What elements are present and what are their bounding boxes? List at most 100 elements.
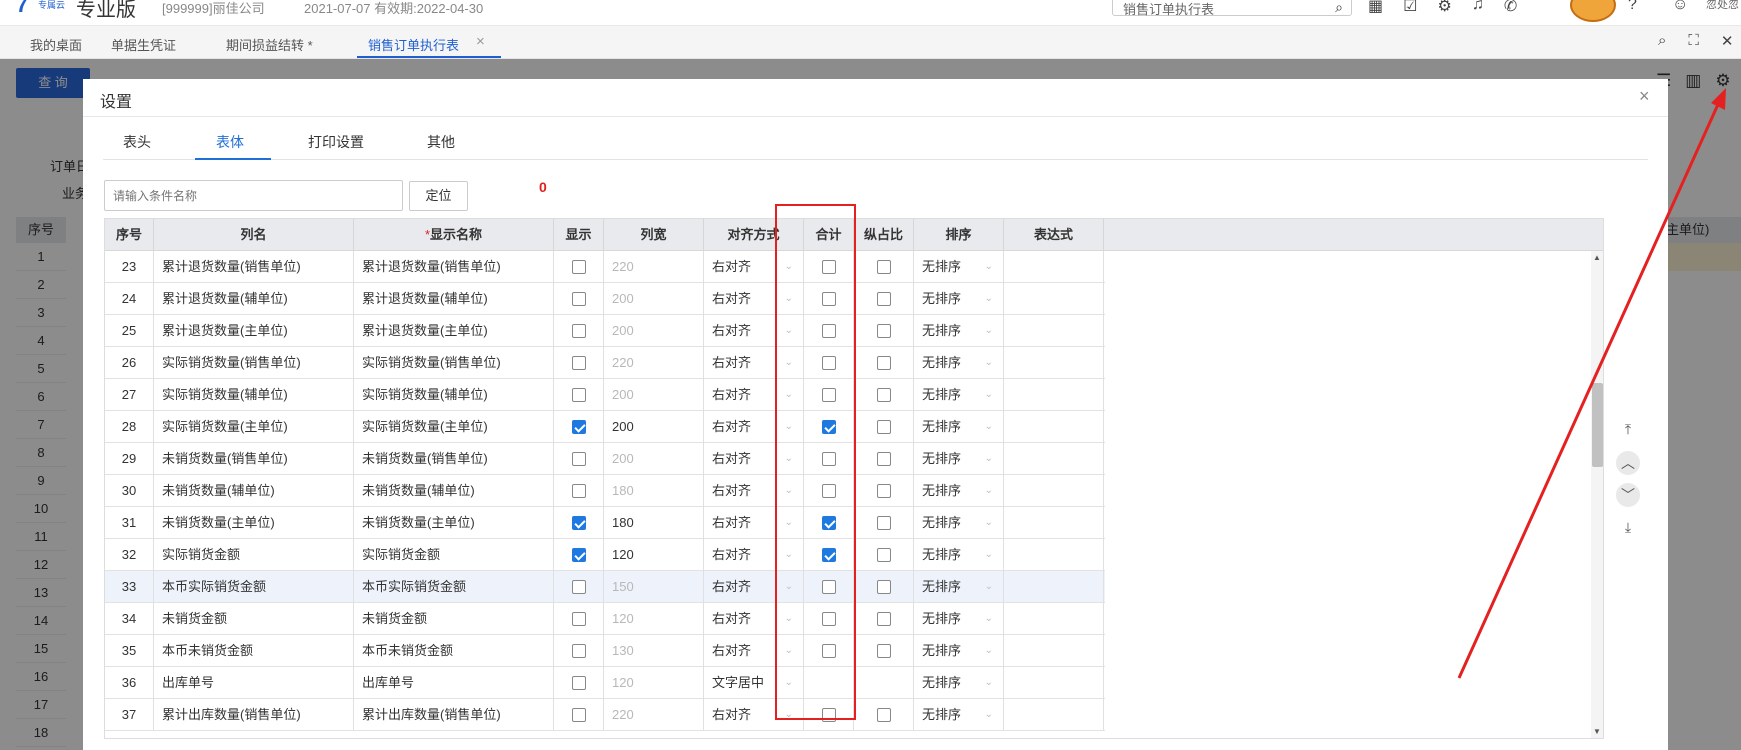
- phone-icon[interactable]: ✆: [1504, 0, 1517, 16]
- cell-expression[interactable]: [1004, 539, 1104, 571]
- cell-expression[interactable]: [1004, 411, 1104, 443]
- total-checkbox[interactable]: [821, 387, 836, 402]
- vertical-scrollbar[interactable]: ▲ ▼: [1591, 251, 1603, 738]
- ratio-checkbox[interactable]: [876, 515, 891, 530]
- cell-sort-select[interactable]: 无排序 ⌄: [914, 251, 1004, 283]
- cell-align-select[interactable]: 右对齐 ⌄: [704, 603, 804, 635]
- total-checkbox[interactable]: [821, 643, 836, 658]
- cell-width-input[interactable]: 180: [604, 507, 704, 539]
- show-checkbox[interactable]: [571, 579, 586, 594]
- table-row[interactable]: 29 未销货数量(销售单位) 未销货数量(销售单位) 200 右对齐 ⌄ 无排序 ⌄: [105, 443, 1105, 475]
- show-checkbox[interactable]: [571, 355, 586, 370]
- total-checkbox[interactable]: [821, 547, 836, 562]
- table-row[interactable]: 26 实际销货数量(销售单位) 实际销货数量(销售单位) 220 右对齐 ⌄ 无排序 ⌄: [105, 347, 1105, 379]
- cell-sort-select[interactable]: 无排序 ⌄: [914, 603, 1004, 635]
- move-to-top-icon[interactable]: ⤒: [1616, 417, 1640, 441]
- cell-width-input[interactable]: 180: [604, 475, 704, 507]
- cell-width-input[interactable]: 200: [604, 379, 704, 411]
- ratio-checkbox[interactable]: [876, 483, 891, 498]
- cell-sort-select[interactable]: 无排序 ⌄: [914, 507, 1004, 539]
- fullscreen-icon[interactable]: ⛶: [1688, 32, 1699, 50]
- tab-sales-order[interactable]: 销售订单执行表: [368, 35, 459, 54]
- ratio-checkbox[interactable]: [876, 355, 891, 370]
- table-row[interactable]: 25 累计退货数量(主单位) 累计退货数量(主单位) 200 右对齐 ⌄ 无排序 ⌄: [105, 315, 1105, 347]
- total-checkbox[interactable]: [821, 323, 836, 338]
- total-checkbox[interactable]: [821, 451, 836, 466]
- help-icon[interactable]: ?: [1628, 0, 1637, 14]
- tab-body[interactable]: 表体: [216, 132, 244, 152]
- cell-align-select[interactable]: 右对齐 ⌄: [704, 507, 804, 539]
- show-checkbox[interactable]: [571, 675, 586, 690]
- show-checkbox[interactable]: [571, 323, 586, 338]
- ratio-checkbox[interactable]: [876, 387, 891, 402]
- cell-sort-select[interactable]: 无排序 ⌄: [914, 315, 1004, 347]
- show-checkbox[interactable]: [571, 707, 586, 722]
- total-checkbox[interactable]: [821, 419, 836, 434]
- show-checkbox[interactable]: [571, 387, 586, 402]
- cell-sort-select[interactable]: 无排序 ⌄: [914, 347, 1004, 379]
- cell-width-input[interactable]: 200: [604, 315, 704, 347]
- bell-icon[interactable]: ♫: [1472, 0, 1484, 16]
- scroll-down-arrow-icon[interactable]: ▼: [1593, 727, 1601, 736]
- ratio-checkbox[interactable]: [876, 579, 891, 594]
- table-row[interactable]: 24 累计退货数量(辅单位) 累计退货数量(辅单位) 200 右对齐 ⌄ 无排序 ⌄: [105, 283, 1105, 315]
- cell-width-input[interactable]: 120: [604, 667, 704, 699]
- cell-sort-select[interactable]: 无排序 ⌄: [914, 699, 1004, 731]
- locate-button[interactable]: 定位: [409, 181, 468, 211]
- tab-other[interactable]: 其他: [427, 132, 455, 152]
- show-checkbox[interactable]: [571, 547, 586, 562]
- total-checkbox[interactable]: [821, 707, 836, 722]
- cell-sort-select[interactable]: 无排序 ⌄: [914, 571, 1004, 603]
- ratio-checkbox[interactable]: [876, 643, 891, 658]
- condition-search-input[interactable]: [104, 180, 403, 211]
- table-row[interactable]: 28 实际销货数量(主单位) 实际销货数量(主单位) 200 右对齐 ⌄ 无排序 ⌄: [105, 411, 1105, 443]
- table-row[interactable]: 35 本币未销货金额 本币未销货金额 130 右对齐 ⌄ 无排序 ⌄: [105, 635, 1105, 667]
- cell-sort-select[interactable]: 无排序 ⌄: [914, 635, 1004, 667]
- search-icon[interactable]: ⌕: [1335, 0, 1343, 16]
- move-to-bottom-icon[interactable]: ⤓: [1616, 515, 1640, 539]
- global-search-input[interactable]: 销售订单执行表 ⌕: [1112, 0, 1352, 17]
- cell-expression[interactable]: [1004, 603, 1104, 635]
- total-checkbox[interactable]: [821, 611, 836, 626]
- cell-expression[interactable]: [1004, 347, 1104, 379]
- close-icon[interactable]: ×: [476, 33, 485, 50]
- cell-width-input[interactable]: 120: [604, 539, 704, 571]
- cell-align-select[interactable]: 文字居中 ⌄: [704, 667, 804, 699]
- tab-print-settings[interactable]: 打印设置: [308, 132, 364, 152]
- ratio-checkbox[interactable]: [876, 451, 891, 466]
- move-up-icon[interactable]: ︿: [1616, 451, 1640, 475]
- show-checkbox[interactable]: [571, 291, 586, 306]
- cell-align-select[interactable]: 右对齐 ⌄: [704, 411, 804, 443]
- cell-align-select[interactable]: 右对齐 ⌄: [704, 635, 804, 667]
- cell-align-select[interactable]: 右对齐 ⌄: [704, 443, 804, 475]
- calculator-icon[interactable]: ▦: [1368, 0, 1383, 16]
- tab-my-desktop[interactable]: 我的桌面: [30, 35, 82, 54]
- tab-header[interactable]: 表头: [123, 132, 151, 152]
- cell-expression[interactable]: [1004, 283, 1104, 315]
- ratio-checkbox[interactable]: [876, 611, 891, 626]
- ratio-checkbox[interactable]: [876, 291, 891, 306]
- show-checkbox[interactable]: [571, 611, 586, 626]
- cell-align-select[interactable]: 右对齐 ⌄: [704, 539, 804, 571]
- cell-expression[interactable]: [1004, 251, 1104, 283]
- cell-align-select[interactable]: 右对齐 ⌄: [704, 315, 804, 347]
- table-row[interactable]: 36 出库单号 出库单号 120 文字居中 ⌄ 无排序 ⌄: [105, 667, 1105, 699]
- cell-width-input[interactable]: 220: [604, 347, 704, 379]
- tab-voucher[interactable]: 单据生凭证: [111, 35, 176, 54]
- ratio-checkbox[interactable]: [876, 259, 891, 274]
- cell-sort-select[interactable]: 无排序 ⌄: [914, 411, 1004, 443]
- user-icon[interactable]: ☺: [1672, 0, 1688, 14]
- cell-expression[interactable]: [1004, 475, 1104, 507]
- cell-width-input[interactable]: 220: [604, 251, 704, 283]
- cell-expression[interactable]: [1004, 667, 1104, 699]
- cell-expression[interactable]: [1004, 635, 1104, 667]
- ratio-checkbox[interactable]: [876, 547, 891, 562]
- user-name[interactable]: 忽处忽: [1706, 0, 1739, 12]
- table-row[interactable]: 23 累计退货数量(销售单位) 累计退货数量(销售单位) 220 右对齐 ⌄ 无排序 ⌄: [105, 251, 1105, 283]
- close-all-icon[interactable]: ✕: [1721, 32, 1734, 50]
- table-row[interactable]: 37 累计出库数量(销售单位) 累计出库数量(销售单位) 220 右对齐 ⌄ 无排序 ⌄: [105, 699, 1105, 731]
- cell-sort-select[interactable]: 无排序 ⌄: [914, 667, 1004, 699]
- cell-align-select[interactable]: 右对齐 ⌄: [704, 347, 804, 379]
- show-checkbox[interactable]: [571, 451, 586, 466]
- move-down-icon[interactable]: ﹀: [1616, 483, 1640, 507]
